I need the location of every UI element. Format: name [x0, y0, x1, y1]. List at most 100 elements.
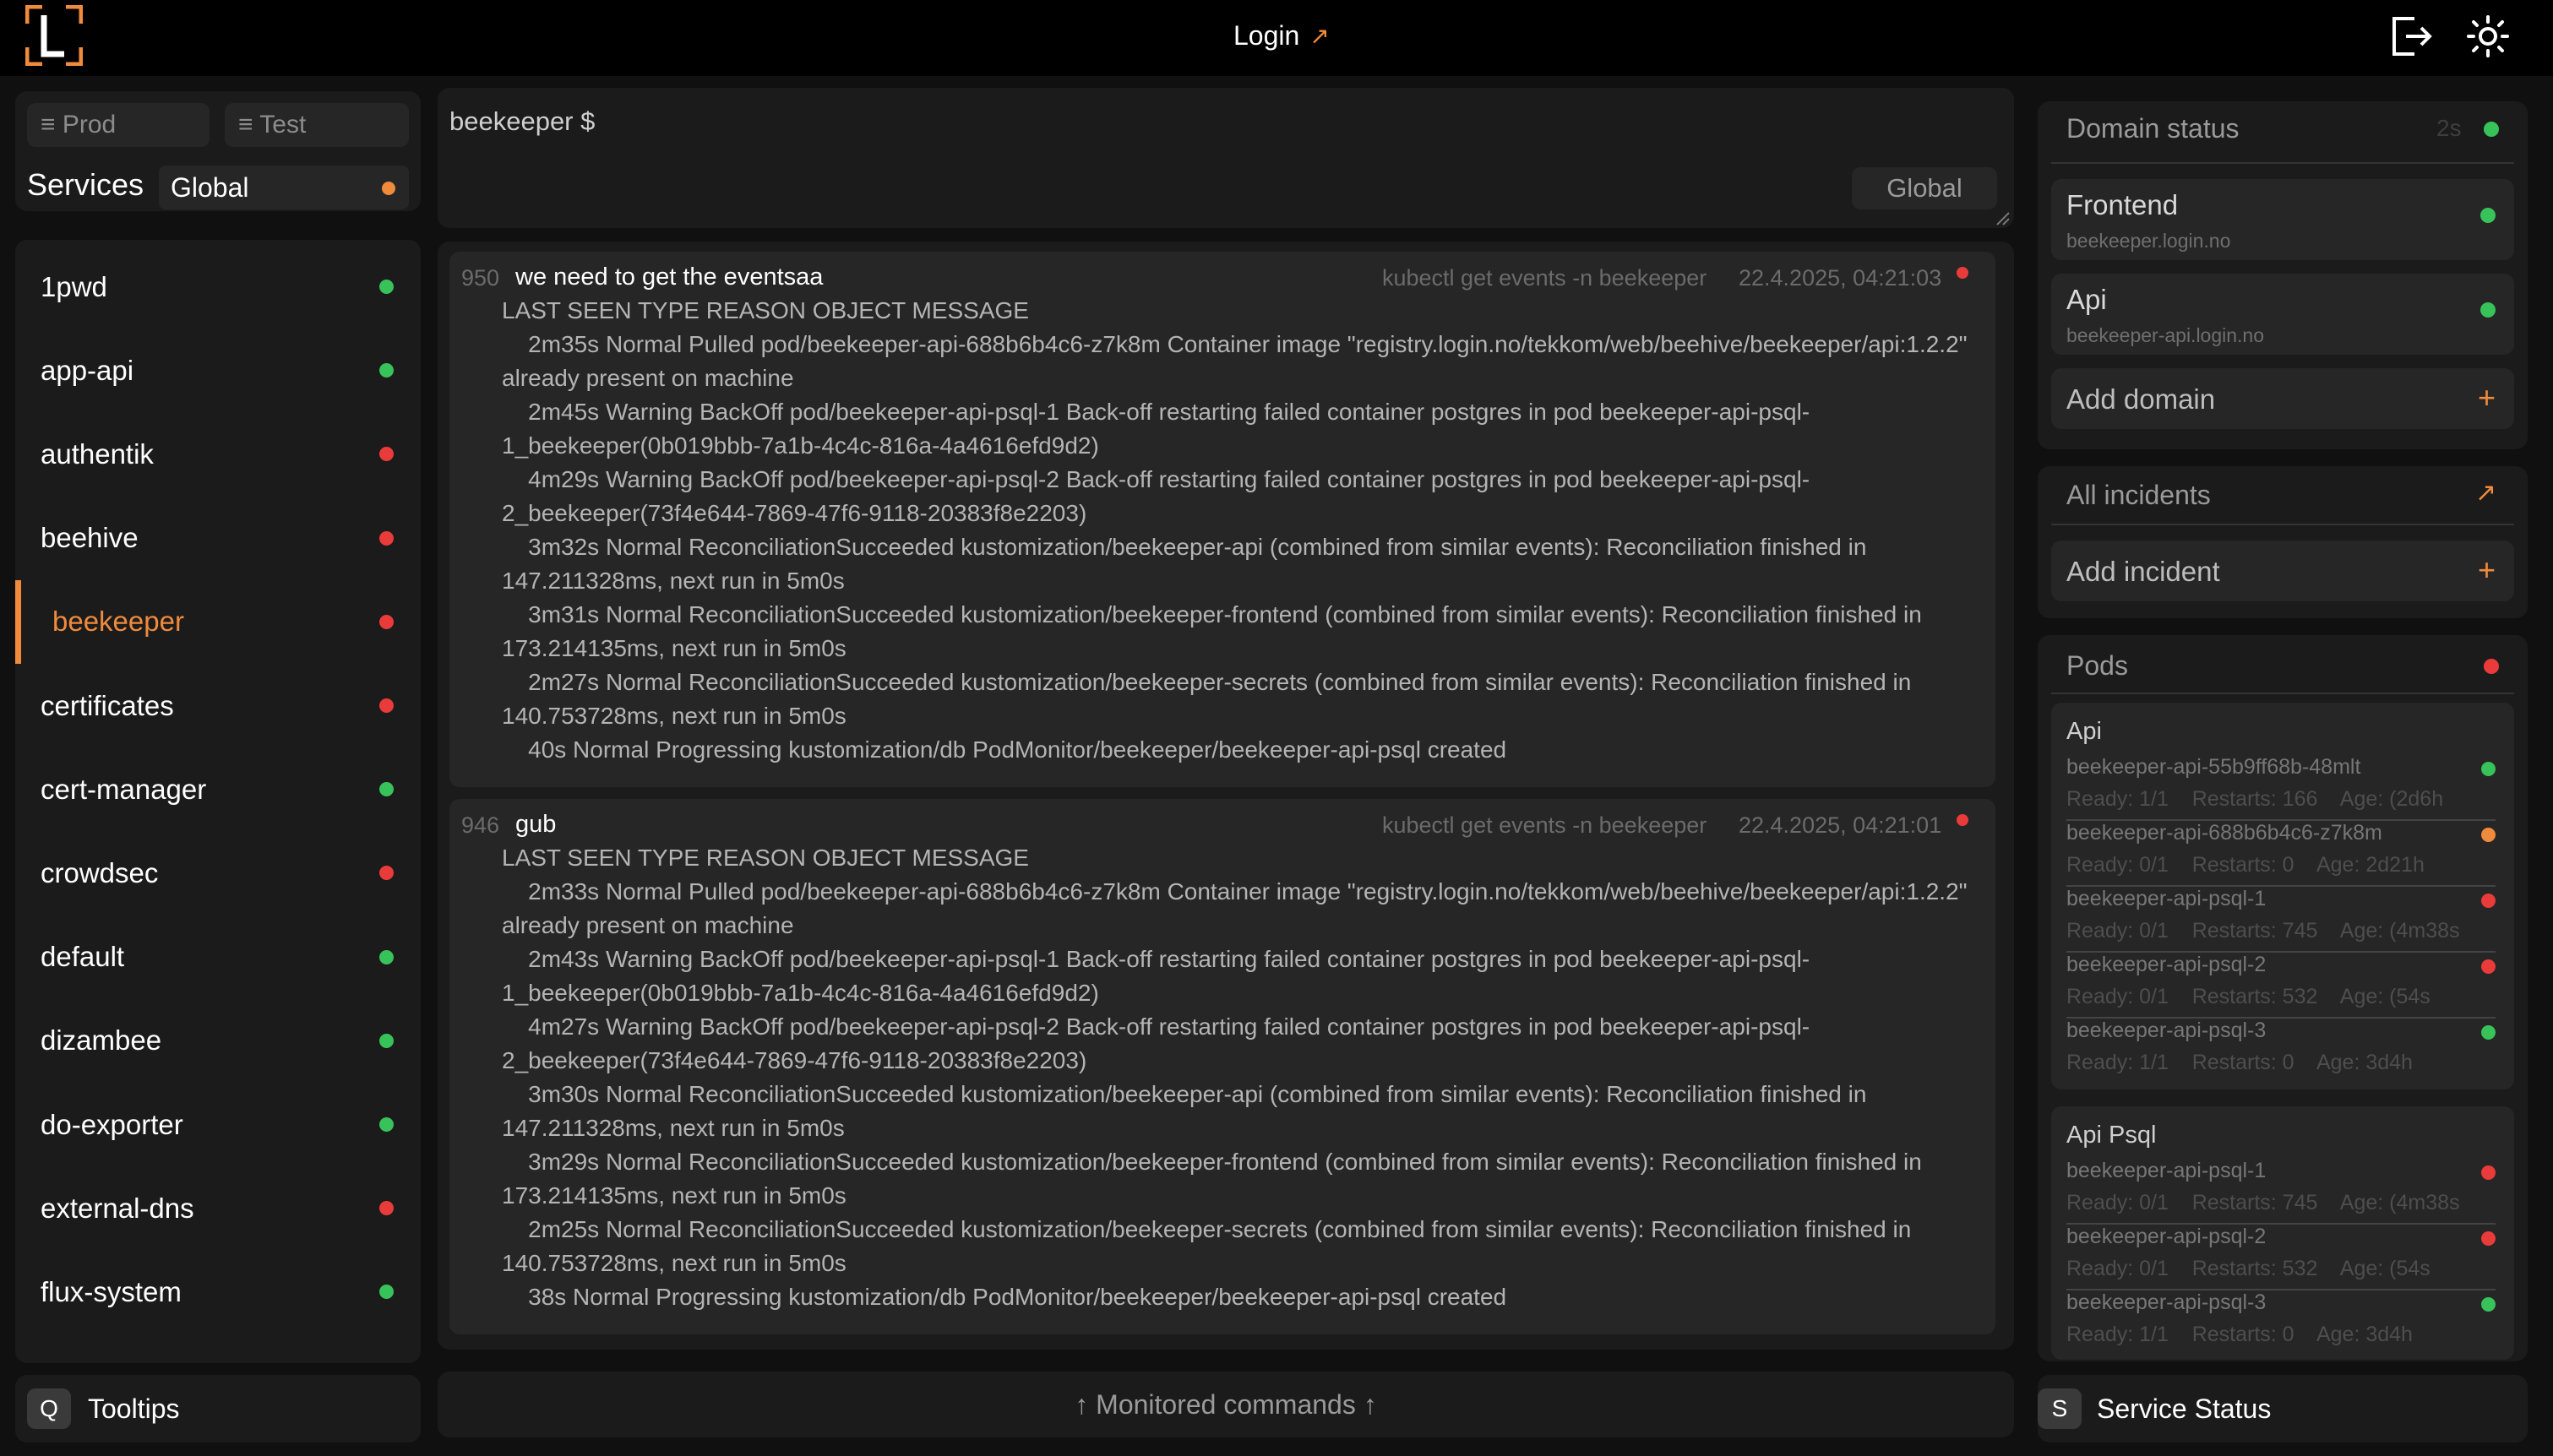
sidebar-item-service[interactable]: external-dns — [15, 1166, 421, 1250]
pod-item[interactable]: beekeeper-api-688b6b4c6-z7k8m Ready: 0/1 … — [2066, 819, 2496, 887]
pod-status-dot — [2481, 762, 2496, 776]
domain-name: Frontend — [2066, 189, 2179, 220]
sidebar-item-service[interactable]: 1pwd — [15, 245, 421, 329]
service-name: beehive — [41, 522, 139, 554]
services-list: 1pwd app-api authentik beehive beekeeper cert… — [15, 240, 421, 1363]
log-line: 2m33s Normal Pulled pod/beekeeper-api-68… — [502, 878, 1974, 938]
log-title: we need to get the eventsaa — [515, 263, 824, 291]
sidebar-item-service[interactable]: dizambee — [15, 999, 421, 1083]
scope-status-dot — [382, 182, 395, 195]
add-domain-button[interactable]: Add domain + — [2051, 368, 2514, 429]
log-entry[interactable]: 950 we need to get the eventsaa kubectl ge… — [449, 252, 1995, 787]
command-input[interactable] — [438, 88, 2014, 228]
pod-status-dot — [2481, 894, 2496, 908]
pod-status-dot — [2481, 1297, 2496, 1312]
pod-name: beekeeper-api-688b6b4c6-z7k8m — [2066, 821, 2382, 845]
log-line: 4m27s Warning BackOff pod/beekeeper-api-… — [502, 1013, 1810, 1073]
service-status-dot — [379, 1033, 394, 1048]
log-status-dot[interactable] — [1957, 267, 1968, 279]
log-line: 3m29s Normal ReconciliationSucceeded kus… — [502, 1149, 1929, 1209]
pod-item[interactable]: beekeeper-api-psql-1 Ready: 0/1 Restarts:… — [2066, 885, 2496, 953]
sidebar-item-service[interactable]: flux-system — [15, 1250, 421, 1334]
log-entry[interactable]: 946 gub kubectl get events -n beekeeper 22.… — [449, 799, 1995, 1334]
external-arrow-icon[interactable]: ↗ — [2475, 478, 2496, 508]
log-status-dot[interactable] — [1957, 814, 1968, 826]
resize-handle-icon[interactable] — [1994, 211, 2011, 226]
env-tab-prod[interactable]: ≡ Prod — [27, 103, 210, 147]
login-logo-icon[interactable] — [25, 5, 83, 66]
command-scope-button[interactable]: Global — [1852, 167, 1997, 209]
service-name: default — [41, 941, 125, 973]
domain-card-frontend[interactable]: Frontend beekeeper.login.no — [2051, 179, 2514, 260]
pod-meta: Ready: 1/1 Restarts: 0 Age: 3d4h — [2066, 1051, 2413, 1074]
log-line: LAST SEEN TYPE REASON OBJECT MESSAGE — [502, 845, 1029, 871]
pod-item[interactable]: beekeeper-api-psql-3 Ready: 1/1 Restarts:… — [2066, 1017, 2496, 1083]
pod-item[interactable]: beekeeper-api-psql-2 Ready: 0/1 Restarts:… — [2066, 1223, 2496, 1290]
log-line: 3m32s Normal ReconciliationSucceeded kus… — [502, 534, 1874, 594]
log-line: LAST SEEN TYPE REASON OBJECT MESSAGE — [502, 297, 1029, 323]
pod-name: beekeeper-api-55b9ff68b-48mlt — [2066, 755, 2361, 779]
service-name: 1pwd — [41, 270, 107, 302]
pod-item[interactable]: beekeeper-api-55b9ff68b-48mlt Ready: 1/1 … — [2066, 753, 2496, 821]
pod-name: beekeeper-api-psql-2 — [2066, 953, 2267, 976]
pod-meta: Ready: 0/1 Restarts: 745 Age: (4m38s — [2066, 919, 2460, 943]
service-status-dot — [379, 1201, 394, 1216]
log-line: 2m43s Warning BackOff pod/beekeeper-api-… — [502, 946, 1810, 1006]
service-name: cert-manager — [41, 773, 207, 805]
pod-status-dot — [2481, 1231, 2496, 1246]
sidebar-item-service[interactable]: authentik — [15, 412, 421, 496]
sidebar-item-service[interactable]: beehive — [15, 497, 421, 580]
pod-meta: Ready: 0/1 Restarts: 745 Age: (4m38s — [2066, 1191, 2460, 1214]
monitored-commands-toggle[interactable]: ↑ Monitored commands ↑ — [438, 1372, 2014, 1437]
pod-group-title: Api Psql — [2066, 1122, 2157, 1149]
log-command: kubectl get events -n beekeeper — [1382, 812, 1707, 838]
service-status-dot — [379, 866, 394, 881]
pod-meta: Ready: 0/1 Restarts: 532 Age: (54s — [2066, 985, 2431, 1008]
env-tab-test[interactable]: ≡ Test — [225, 103, 409, 147]
log-line: 2m25s Normal ReconciliationSucceeded kus… — [502, 1216, 1919, 1276]
pod-group: Api Psql beekeeper-api-psql-1 Ready: 0/1 R… — [2051, 1106, 2514, 1360]
tooltips-bar[interactable] — [15, 1375, 421, 1442]
pod-group: Api beekeeper-api-55b9ff68b-48mlt Ready: 1… — [2051, 703, 2514, 1089]
add-domain-label: Add domain — [2066, 383, 2216, 415]
sidebar-item-service[interactable]: beekeeper — [15, 579, 421, 664]
service-status-dot — [379, 1285, 394, 1300]
service-status-dot — [379, 614, 394, 629]
scope-selector[interactable]: Global — [159, 166, 409, 209]
sidebar-item-service[interactable]: app-api — [15, 329, 421, 412]
sidebar-item-service[interactable]: cert-manager — [15, 747, 421, 831]
theme-toggle-sun-icon[interactable] — [2467, 15, 2509, 57]
pod-item[interactable]: beekeeper-api-psql-3 Ready: 1/1 Restarts:… — [2066, 1289, 2496, 1355]
plus-icon: + — [2477, 552, 2496, 587]
log-header: 946 gub kubectl get events -n beekeeper 22.… — [449, 809, 1995, 843]
add-incident-button[interactable]: Add incident + — [2051, 541, 2514, 601]
service-status-dot — [379, 447, 394, 462]
domain-status-dot — [2480, 302, 2496, 318]
domain-card-api[interactable]: Api beekeeper-api.login.no — [2051, 274, 2514, 355]
sidebar-item-service[interactable]: default — [15, 915, 421, 999]
all-incidents-link[interactable]: All incidents — [2066, 480, 2211, 511]
external-arrow-icon: ↗ — [1309, 22, 1330, 49]
plus-icon: + — [2477, 380, 2496, 415]
sidebar-item-service[interactable]: certificates — [15, 664, 421, 747]
pod-name: beekeeper-api-psql-3 — [2066, 1290, 2267, 1314]
pod-meta: Ready: 1/1 Restarts: 166 Age: (2d6h — [2066, 787, 2444, 811]
pod-item[interactable]: beekeeper-api-psql-1 Ready: 0/1 Restarts:… — [2066, 1157, 2496, 1225]
log-title: gub — [515, 811, 557, 838]
log-id: 946 — [461, 812, 500, 838]
service-status-dot — [379, 363, 394, 378]
service-name: do-exporter — [41, 1108, 183, 1140]
pod-item[interactable]: beekeeper-api-psql-2 Ready: 0/1 Restarts:… — [2066, 951, 2496, 1019]
command-prompt: beekeeper $ — [449, 106, 596, 136]
pod-name: beekeeper-api-psql-1 — [2066, 1159, 2267, 1182]
logout-icon[interactable] — [2389, 15, 2433, 57]
service-name: external-dns — [41, 1192, 194, 1224]
sidebar-item-service[interactable]: do-exporter — [15, 1083, 421, 1166]
log-timestamp: 22.4.2025, 04:21:01 — [1739, 812, 1942, 838]
login-link[interactable]: Login ↗ — [1233, 17, 1330, 54]
log-header: 950 we need to get the eventsaa kubectl ge… — [449, 262, 1995, 296]
log-line: 40s Normal Progressing kustomization/db … — [502, 736, 1507, 763]
service-name: certificates — [41, 689, 174, 721]
sidebar-item-service[interactable]: crowdsec — [15, 831, 421, 915]
log-timestamp: 22.4.2025, 04:21:03 — [1739, 265, 1942, 291]
